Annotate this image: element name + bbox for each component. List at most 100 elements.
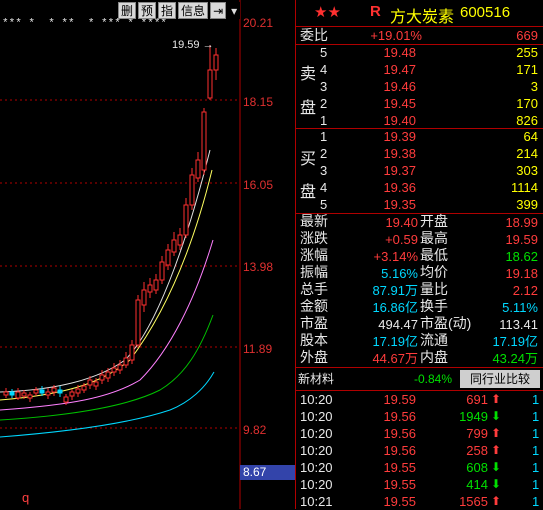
stat-value: +3.14%	[373, 249, 418, 264]
price-label-2: 18.15	[243, 95, 274, 109]
stat-value: 2.12	[512, 283, 538, 298]
tick-volume: 1565	[459, 494, 488, 509]
stat-value: 113.41	[499, 317, 538, 332]
stat-label: 股本	[300, 332, 328, 348]
stock-code: 600516	[460, 4, 511, 21]
sell-level: 5	[320, 45, 328, 60]
tick-price: 19.55	[383, 460, 416, 475]
buy-price: 19.39	[383, 129, 416, 144]
candle-body	[33, 389, 39, 394]
stat-label: 市盈	[300, 315, 328, 331]
stat-label: 总手	[300, 281, 328, 297]
buy-price: 19.38	[383, 146, 416, 161]
ma-line-cyan	[0, 371, 215, 438]
stat-value: 18.62	[505, 249, 538, 264]
candle-body	[213, 54, 219, 71]
price-label-4: 13.98	[243, 260, 274, 274]
tick-volume: 608	[466, 460, 488, 475]
sell-row-1: 1 19.40 826	[296, 112, 543, 129]
candle-body	[123, 357, 129, 366]
favorite-stars-icon[interactable]: ★★	[314, 3, 341, 21]
dropdown-icon[interactable]: ▾	[228, 2, 241, 19]
kline-chart[interactable]: 19.59 → *** * * ** * *** * **** 删 预 指 信息…	[0, 0, 295, 509]
candle-body	[15, 391, 21, 399]
buy-row-3: 3 19.37 303	[296, 162, 543, 179]
ma-line-white	[0, 149, 211, 393]
candle-body	[129, 344, 135, 361]
arrow-down-icon: ⬇	[491, 477, 502, 491]
stat-row: 涨跌 +0.59 最高 19.59	[296, 230, 543, 248]
arrow-up-icon: ⬆	[491, 392, 502, 406]
stock-name: 方大炭素	[390, 9, 455, 26]
sell-volume: 826	[516, 113, 538, 128]
weibi-label: 委比	[300, 27, 328, 43]
arrow-up-icon: ⬆	[491, 443, 502, 457]
candle-body	[27, 394, 33, 399]
tick-count: 1	[532, 409, 540, 424]
info-button[interactable]: 信息	[178, 2, 209, 19]
candle-body	[3, 391, 9, 396]
buy-level: 2	[320, 146, 328, 161]
tick-time: 10:20	[300, 392, 333, 407]
tick-time: 10:20	[300, 443, 333, 458]
industry-change: -0.84%	[414, 372, 453, 386]
weibi-percent: +19.01%	[370, 28, 422, 43]
stat-value: 19.40	[385, 215, 418, 230]
preview-button[interactable]: 预	[138, 2, 157, 19]
stat-value: 19.59	[505, 232, 538, 247]
tick-price: 19.55	[383, 477, 416, 492]
stat-label: 金额	[300, 298, 328, 314]
tick-count: 1	[532, 392, 540, 407]
ma-line-yellow	[0, 169, 213, 401]
buy-price: 19.35	[383, 197, 416, 212]
industry-compare-button[interactable]: 同行业比较	[460, 370, 540, 388]
candle-body	[45, 391, 51, 396]
sell-row-3: 3 19.46 3	[296, 78, 543, 95]
candle-body	[9, 391, 15, 396]
candle-body	[51, 387, 57, 393]
stat-label: 均价	[420, 264, 448, 280]
sell-volume: 170	[516, 96, 538, 111]
tick-time: 10:20	[300, 426, 333, 441]
tick-volume: 799	[466, 426, 488, 441]
arrow-right-icon[interactable]: ⇥	[210, 2, 227, 19]
candle-body	[141, 289, 147, 306]
tick-volume: 1949	[459, 409, 488, 424]
tick-volume: 258	[466, 443, 488, 458]
buy-level: 3	[320, 163, 328, 178]
candle-body	[69, 391, 75, 397]
tick-row: 10:21 19.55 1565 ⬆ 1	[296, 493, 543, 510]
stat-label: 最高	[420, 230, 448, 246]
indicator-button[interactable]: 指	[158, 2, 177, 19]
tick-row: 10:20 19.56 1949 ⬇ 1	[296, 408, 543, 425]
tick-count: 1	[532, 460, 540, 475]
buy-row-1: 1 19.39 64	[296, 128, 543, 145]
arrow-up-icon: ⬆	[491, 426, 502, 440]
sell-row-2: 2 19.45 170	[296, 95, 543, 112]
delete-button[interactable]: 删	[118, 2, 137, 19]
buy-price: 19.37	[383, 163, 416, 178]
tick-row: 10:20 19.59 691 ⬆ 1	[296, 391, 543, 408]
stat-row: 总手 87.91万 量比 2.12	[296, 281, 543, 299]
candle-body	[87, 379, 93, 386]
stat-row: 股本 17.19亿 流通 17.19亿	[296, 332, 543, 350]
candle-body	[159, 261, 165, 281]
tick-price: 19.56	[383, 426, 416, 441]
stat-value: 19.18	[505, 266, 538, 281]
candle-body	[171, 239, 177, 253]
sell-volume: 171	[516, 62, 538, 77]
tick-price: 19.59	[383, 392, 416, 407]
tick-volume: 414	[466, 477, 488, 492]
stat-label: 涨跌	[300, 230, 328, 246]
tick-row: 10:20 19.56 799 ⬆ 1	[296, 425, 543, 442]
candle-body	[147, 284, 153, 293]
buy-row-5: 5 19.35 399	[296, 196, 543, 213]
stat-value: +0.59	[385, 232, 418, 247]
sell-price: 19.47	[383, 62, 416, 77]
sell-volume: 255	[516, 45, 538, 60]
stat-label: 最低	[420, 247, 448, 263]
stat-value: 17.19亿	[372, 334, 418, 349]
candle-body	[201, 111, 207, 171]
stat-label: 涨幅	[300, 247, 328, 263]
buy-volume: 399	[516, 197, 538, 212]
